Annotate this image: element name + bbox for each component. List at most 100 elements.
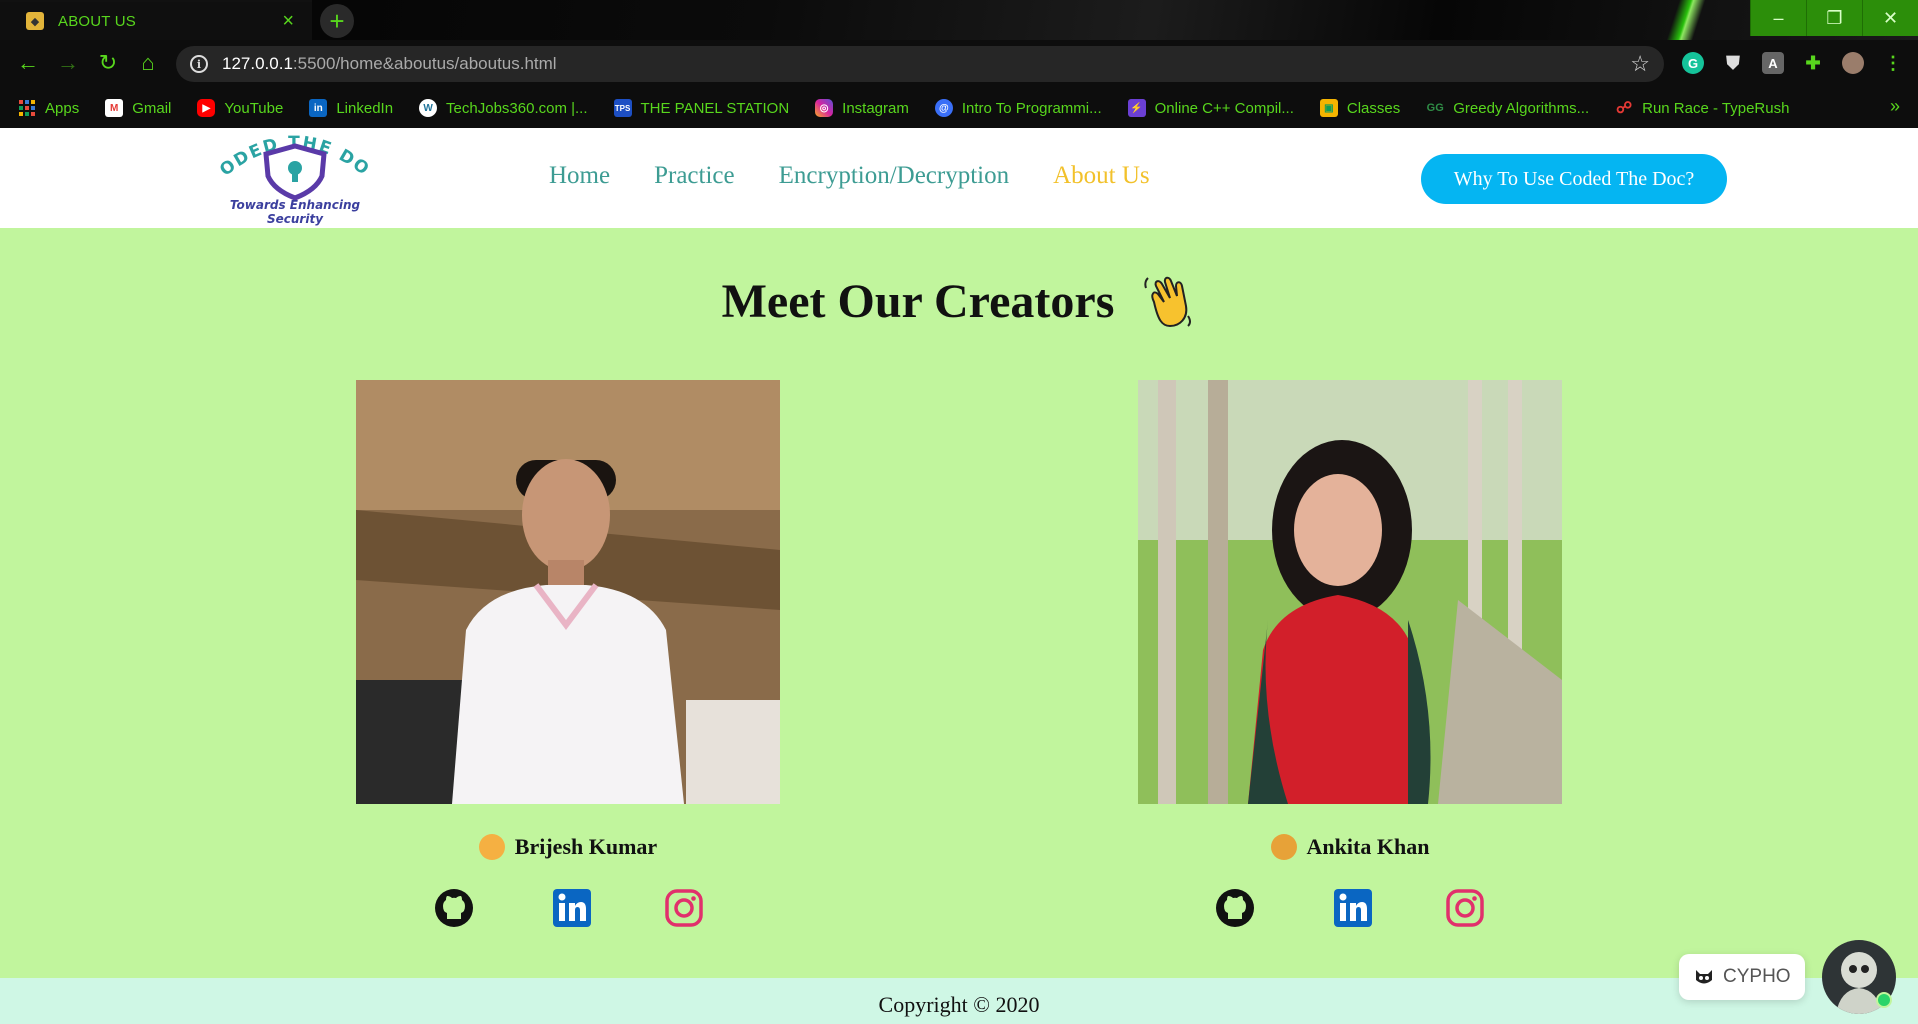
bookmark-label: Run Race - TypeRush <box>1642 99 1790 117</box>
nav-practice[interactable]: Practice <box>654 162 735 190</box>
bookmark-label: Greedy Algorithms... <box>1453 99 1590 117</box>
bookmark-label: Online C++ Compil... <box>1154 99 1294 117</box>
forward-arrow-icon[interactable]: → <box>54 50 82 76</box>
site-favicon-icon: ◆ <box>26 12 44 30</box>
url-host: 127.0.0.1 <box>222 54 293 73</box>
creator-photo-ankita <box>1138 380 1562 804</box>
bookmark-label: Apps <box>45 99 80 117</box>
browser-menu-icon[interactable]: ⋮ <box>1882 52 1904 74</box>
page-title-text: Meet Our Creators <box>721 275 1115 329</box>
creator-name-text: Brijesh Kumar <box>514 834 658 859</box>
site-info-icon[interactable]: i <box>190 55 208 73</box>
new-tab-button[interactable]: + <box>320 4 354 38</box>
shield-lock-icon: CODED THE DOC <box>189 117 374 201</box>
nav-encryption-decryption[interactable]: Encryption/Decryption <box>779 162 1010 190</box>
bookmark-apps[interactable]: Apps <box>18 99 79 117</box>
nav-home[interactable]: Home <box>549 162 610 190</box>
browser-toolbar: ← → ↻ ⌂ i 127.0.0.1:5500/home&aboutus/ab… <box>0 40 1918 88</box>
youtube-icon: ▶ <box>197 99 216 117</box>
gg-icon: GG <box>1426 102 1444 114</box>
bookmark-cpp-compiler[interactable]: ⚡ Online C++ Compil... <box>1127 99 1294 117</box>
tab-title: ABOUT US <box>58 12 137 30</box>
reload-icon[interactable]: ↻ <box>94 50 122 76</box>
wordpress-icon: W <box>419 99 438 117</box>
tps-icon: TPS <box>613 99 632 117</box>
creator-socials-ankita <box>1215 888 1515 928</box>
github-icon[interactable] <box>434 888 474 928</box>
creator-socials-brijesh <box>434 888 734 928</box>
close-window-button[interactable]: ✕ <box>1862 0 1918 36</box>
bookmark-gmail[interactable]: M Gmail <box>105 99 171 117</box>
site-header: CODED THE DOC Towards Enhancing Security… <box>0 117 1918 228</box>
bookmark-techjobs[interactable]: W TechJobs360.com |... <box>419 99 588 117</box>
nav-about-us[interactable]: About Us <box>1053 162 1150 190</box>
typerush-icon: ☍ <box>1616 100 1633 117</box>
shield-extension-icon[interactable]: ⛊ <box>1722 52 1744 74</box>
bookmark-label: LinkedIn <box>336 99 394 117</box>
bookmark-classes[interactable]: ▣ Classes <box>1319 99 1401 117</box>
bookmark-label: YouTube <box>224 99 284 117</box>
linkedin-icon[interactable] <box>1333 888 1373 928</box>
extension-icon[interactable]: A <box>1762 52 1784 74</box>
boy-face-icon <box>478 834 505 860</box>
bookmark-panel-station[interactable]: TPS THE PANEL STATION <box>613 99 790 117</box>
bookmark-label: Gmail <box>132 99 172 117</box>
minimize-button[interactable]: – <box>1750 0 1806 36</box>
bookmark-label: Instagram <box>842 99 909 117</box>
creator-name-ankita: Ankita Khan <box>1138 834 1562 860</box>
logo-tagline: Towards Enhancing Security <box>229 198 361 226</box>
profile-avatar[interactable] <box>1842 52 1864 74</box>
creator-photo-brijesh <box>356 380 780 804</box>
why-use-button[interactable]: Why To Use Coded The Doc? <box>1421 154 1727 204</box>
grammarly-extension-icon[interactable]: G <box>1682 52 1704 74</box>
bookmark-label: TechJobs360.com |... <box>446 99 588 117</box>
site-logo[interactable]: CODED THE DOC Towards Enhancing Security <box>189 117 394 226</box>
instagram-icon[interactable] <box>1445 888 1485 928</box>
chat-widget-label[interactable]: CYPHO <box>1679 954 1805 1000</box>
linkedin-icon[interactable] <box>552 888 592 928</box>
online-status-dot <box>1876 992 1892 1008</box>
waving-hand-icon <box>1140 272 1196 340</box>
bookmarks-bar: Apps M Gmail ▶ YouTube in LinkedIn W Tec… <box>0 88 1918 128</box>
window-controls: – ❐ ✕ <box>1750 0 1918 36</box>
globe-icon: @ <box>934 99 953 117</box>
bolt-icon: ⚡ <box>1127 99 1146 117</box>
instagram-icon: ◎ <box>815 99 834 117</box>
browser-tab-active[interactable]: ◆ ABOUT US × <box>0 0 312 40</box>
bookmark-linkedin[interactable]: in LinkedIn <box>309 99 393 117</box>
cat-mask-icon <box>1693 966 1715 988</box>
bookmark-label: Intro To Programmi... <box>961 99 1102 117</box>
bookmark-greedy[interactable]: GG Greedy Algorithms... <box>1426 99 1589 117</box>
apps-grid-icon <box>18 99 36 117</box>
creator-name-text: Ankita Khan <box>1306 834 1430 859</box>
main-nav: Home Practice Encryption/Decryption Abou… <box>549 162 1194 190</box>
instagram-icon[interactable] <box>664 888 704 928</box>
creator-name-brijesh: Brijesh Kumar <box>356 834 780 860</box>
bookmark-instagram[interactable]: ◎ Instagram <box>815 99 909 117</box>
copyright-text: Copyright © 2020 <box>878 992 1040 1017</box>
github-icon[interactable] <box>1215 888 1255 928</box>
classroom-icon: ▣ <box>1319 99 1338 117</box>
bookmark-star-icon[interactable]: ☆ <box>1630 51 1650 77</box>
more-bookmarks-icon[interactable]: » <box>1890 96 1900 117</box>
browser-tab-bar: ◆ ABOUT US × + – ❐ ✕ <box>0 0 1918 120</box>
extensions-puzzle-icon[interactable]: ✚ <box>1802 52 1824 74</box>
chat-widget-text: CYPHO <box>1723 966 1791 987</box>
gmail-icon: M <box>105 99 124 117</box>
restore-button[interactable]: ❐ <box>1806 0 1862 36</box>
girl-face-icon <box>1270 834 1297 860</box>
svg-text:CODED THE DOC: CODED THE DOC <box>196 132 374 180</box>
site-footer: Copyright © 2020 <box>0 978 1918 1024</box>
home-icon[interactable]: ⌂ <box>134 50 162 76</box>
address-bar[interactable]: i 127.0.0.1:5500/home&aboutus/aboutus.ht… <box>176 46 1664 82</box>
bookmark-typerush[interactable]: ☍ Run Race - TypeRush <box>1615 99 1790 118</box>
linkedin-icon: in <box>309 99 328 117</box>
tab-close-icon[interactable]: × <box>282 11 294 31</box>
bookmark-label: THE PANEL STATION <box>640 99 790 117</box>
back-arrow-icon[interactable]: ← <box>14 50 42 76</box>
url-path: :5500/home&aboutus/aboutus.html <box>292 54 557 73</box>
bookmark-youtube[interactable]: ▶ YouTube <box>197 99 283 117</box>
bookmark-label: Classes <box>1346 99 1401 117</box>
bookmark-intro-programming[interactable]: @ Intro To Programmi... <box>934 99 1102 117</box>
page-title: Meet Our Creators <box>0 272 1918 340</box>
